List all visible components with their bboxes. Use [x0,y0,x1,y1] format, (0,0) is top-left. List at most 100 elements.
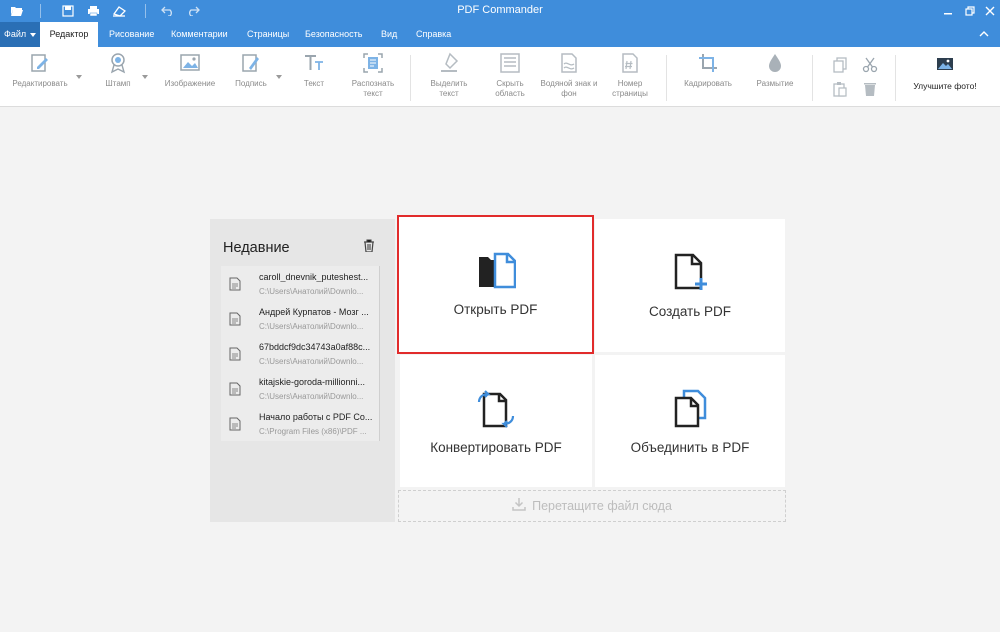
copy-icon [828,53,852,77]
chevron-down-icon[interactable] [142,75,148,79]
recent-panel: Недавние caroll_dnevnik_puteshest... C:\… [210,219,395,522]
scissors-icon [858,53,882,77]
trash-icon [858,77,882,101]
chevron-up-icon[interactable] [976,26,992,42]
delete-button[interactable] [860,77,880,101]
window-title: PDF Commander [457,4,543,16]
chevron-down-icon[interactable] [276,75,282,79]
pdf-file-icon [229,312,241,326]
crop-icon [696,51,720,75]
ocr-icon [361,51,385,75]
merge-pdf-icon [670,388,710,428]
create-pdf-tile[interactable]: Создать PDF [595,219,785,352]
stamp-icon [106,51,130,75]
close-button[interactable] [980,2,1000,20]
chevron-down-icon [30,32,37,37]
watermark-tool-button[interactable]: Водяной знак и фон [540,51,598,99]
tab-editor[interactable]: Редактор [40,22,98,47]
drop-zone-label: Перетащите файл сюда [532,499,672,513]
ocr-tool-label: Распознать текст [351,79,395,98]
recent-file-name: 67bddcf9dc34743a0af88c... [259,342,371,352]
page-number-tool-label: Номер страницы [612,79,648,98]
text-tool-button[interactable]: Текст [300,51,328,89]
recent-file-path: C:\Users\Анатолий\Downlo... [259,322,364,331]
recent-file-name: Начало работы с PDF Co... [259,412,373,422]
convert-pdf-tile[interactable]: Конвертировать PDF [400,355,592,487]
recent-title: Недавние [223,240,290,256]
text-tool-label: Текст [303,79,325,88]
pdf-file-icon [229,277,241,291]
pdf-file-icon [229,347,241,361]
merge-pdf-label: Объединить в PDF [630,440,750,455]
toolbar-separator [895,55,896,101]
signature-tool-button[interactable]: Подпись [232,51,282,89]
paste-button[interactable] [830,77,850,101]
stamp-tool-button[interactable]: Штамп [100,51,148,89]
signature-tool-label: Подпись [235,79,267,88]
page-number-tool-button[interactable]: Номер страницы [606,51,654,99]
cut-button[interactable] [860,53,880,77]
copy-button[interactable] [830,53,850,77]
tab-view[interactable]: Вид [381,22,397,47]
edit-tool-button[interactable]: Редактировать [8,51,82,89]
stamp-tool-label: Штамп [105,79,131,88]
hide-area-icon [498,51,522,75]
improve-photo-label: Улучшите фото! [913,81,977,91]
recent-file-item[interactable]: Начало работы с PDF Co... C:\Program Fil… [221,406,380,441]
edit-icon [28,51,52,75]
convert-pdf-label: Конвертировать PDF [430,440,562,455]
tab-help[interactable]: Справка [416,22,451,47]
recent-file-item[interactable]: 67bddcf9dc34743a0af88c... C:\Users\Анато… [221,336,380,371]
create-pdf-icon [670,252,710,292]
recent-file-path: C:\Users\Анатолий\Downlo... [259,287,364,296]
restore-button[interactable] [960,2,980,20]
recent-file-name: Андрей Курпатов - Мозг ... [259,307,369,317]
tab-comments[interactable]: Комментарии [171,22,228,47]
improve-photo-button[interactable]: Улучшите фото! [900,57,990,91]
pdf-file-icon [229,382,241,396]
menu-file-label: Файл [4,29,27,39]
image-tool-button[interactable]: Изображение [160,51,220,89]
watermark-tool-label: Водяной знак и фон [540,79,598,98]
recent-file-path: C:\Users\Анатолий\Downlo... [259,357,364,366]
blur-icon [763,51,787,75]
ocr-tool-button[interactable]: Распознать текст [348,51,398,99]
tab-security[interactable]: Безопасность [305,22,362,47]
tab-pages[interactable]: Страницы [247,22,289,47]
page-number-icon [618,51,642,75]
menu-bar: Файл Редактор Рисование Комментарии Стра… [0,22,1000,47]
recent-file-item[interactable]: kitajskie-goroda-millionni... C:\Users\А… [221,371,380,406]
toolbar-separator [410,55,411,101]
tab-drawing[interactable]: Рисование [109,22,154,47]
edit-tool-label: Редактировать [12,79,68,88]
recent-file-item[interactable]: Андрей Курпатов - Мозг ... C:\Users\Анат… [221,301,380,336]
hide-area-tool-label: Скрыть область [495,79,525,98]
signature-icon [239,51,263,75]
recent-file-item[interactable]: caroll_dnevnik_puteshest... C:\Users\Ана… [221,266,380,301]
blur-tool-label: Размытие [756,79,794,88]
trash-icon[interactable] [363,239,377,253]
download-icon [512,497,526,516]
photo-icon [936,57,954,76]
ribbon-toolbar: Редактировать Штамп Изображение Подпись … [0,47,1000,107]
merge-pdf-tile[interactable]: Объединить в PDF [595,355,785,487]
create-pdf-label: Создать PDF [648,304,732,319]
recent-file-path: C:\Program Files (x86)\PDF ... [259,427,367,436]
hide-area-tool-button[interactable]: Скрыть область [488,51,532,99]
chevron-down-icon[interactable] [76,75,82,79]
minimize-button[interactable] [938,2,958,20]
recent-file-name: caroll_dnevnik_puteshest... [259,272,369,282]
highlight-tool-label: Выделить текст [430,79,468,98]
highlight-tool-button[interactable]: Выделить текст [424,51,474,99]
image-icon [178,51,202,75]
pdf-file-icon [229,417,241,431]
recent-file-path: C:\Users\Анатолий\Downlo... [259,392,364,401]
crop-tool-button[interactable]: Кадрировать [678,51,738,89]
recent-list: caroll_dnevnik_puteshest... C:\Users\Ана… [221,266,380,441]
menu-file[interactable]: Файл [0,22,40,47]
blur-tool-button[interactable]: Размытие [750,51,800,89]
text-icon [302,51,326,75]
drop-zone[interactable]: Перетащите файл сюда [398,490,786,522]
paste-icon [828,77,852,101]
convert-pdf-icon [476,388,516,428]
